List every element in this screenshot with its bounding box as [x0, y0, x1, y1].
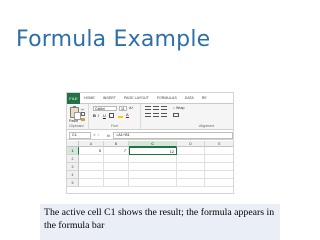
- wrap-text-button[interactable]: ⤶ Wrap: [173, 106, 185, 110]
- caption-text: The active cell C1 shows the result; the…: [44, 207, 275, 231]
- tab-data[interactable]: DATA: [181, 93, 198, 104]
- format-painter-icon[interactable]: [81, 118, 85, 121]
- cell-c5[interactable]: [129, 179, 177, 187]
- borders-icon[interactable]: [109, 113, 114, 118]
- cell-d2[interactable]: [177, 155, 205, 163]
- ribbon-tabs: FILE HOME INSERT PAGE LAYOUT FORMULAS DA…: [67, 93, 233, 104]
- cell-b1[interactable]: 7: [104, 147, 129, 155]
- tab-home[interactable]: HOME: [80, 93, 99, 104]
- insert-function-icon[interactable]: fx: [107, 133, 110, 138]
- excel-screenshot: FILE HOME INSERT PAGE LAYOUT FORMULAS DA…: [66, 92, 234, 194]
- cell-e3[interactable]: [205, 163, 233, 171]
- font-color-icon[interactable]: A: [126, 112, 129, 118]
- formula-bar: C1 ✕✓ fx =A1+B1: [67, 131, 233, 140]
- align-middle-icon[interactable]: [153, 106, 159, 110]
- cell-b2[interactable]: [104, 155, 129, 163]
- cell-b4[interactable]: [104, 171, 129, 179]
- cell-c1-active[interactable]: 12: [129, 147, 177, 155]
- italic-icon[interactable]: I: [98, 113, 99, 118]
- cell-c2[interactable]: [129, 155, 177, 163]
- cell-e1[interactable]: [205, 147, 233, 155]
- cell-e4[interactable]: [205, 171, 233, 179]
- tab-page-layout[interactable]: PAGE LAYOUT: [120, 93, 153, 104]
- ribbon: Paste ✂ Clipboard Calibri 11 A˄ B I U A …: [67, 104, 233, 130]
- cell-b5[interactable]: [104, 179, 129, 187]
- align-center-icon[interactable]: [153, 113, 159, 117]
- cell-d4[interactable]: [177, 171, 205, 179]
- tab-formulas[interactable]: FORMULAS: [153, 93, 181, 104]
- merge-center-icon[interactable]: [173, 113, 179, 117]
- cell-d1[interactable]: [177, 147, 205, 155]
- align-top-icon[interactable]: [145, 106, 151, 110]
- slide-title: Formula Example: [16, 27, 211, 52]
- cell-a1[interactable]: 5: [79, 147, 104, 155]
- cell-e2[interactable]: [205, 155, 233, 163]
- cell-c3[interactable]: [129, 163, 177, 171]
- name-box[interactable]: C1: [69, 132, 91, 139]
- font-size-select[interactable]: 11: [119, 106, 127, 111]
- row-header-3[interactable]: 3: [67, 163, 79, 171]
- bold-icon[interactable]: B: [93, 113, 96, 118]
- row-header-4[interactable]: 4: [67, 171, 79, 179]
- formula-bar-buttons[interactable]: ✕✓: [93, 133, 101, 137]
- cell-a3[interactable]: [79, 163, 104, 171]
- paste-label[interactable]: Paste: [69, 119, 78, 123]
- wrap-text-label: Wrap: [176, 106, 185, 110]
- row-header-1[interactable]: 1: [67, 147, 79, 155]
- cell-c4[interactable]: [129, 171, 177, 179]
- cell-a5[interactable]: [79, 179, 104, 187]
- clipboard-group-label: Clipboard: [69, 124, 84, 128]
- underline-icon[interactable]: U: [103, 113, 106, 118]
- align-right-icon[interactable]: [161, 113, 167, 117]
- cell-a4[interactable]: [79, 171, 104, 179]
- alignment-group: ⤶ Wrap: [141, 104, 233, 130]
- paste-icon[interactable]: [70, 106, 81, 120]
- grow-font-icon[interactable]: A˄: [129, 106, 134, 110]
- align-left-icon[interactable]: [145, 113, 151, 117]
- tab-review[interactable]: RE: [198, 93, 211, 104]
- caption-box: The active cell C1 shows the result; the…: [40, 204, 280, 240]
- formula-input[interactable]: =A1+B1: [113, 132, 233, 139]
- tab-insert[interactable]: INSERT: [99, 93, 120, 104]
- row-header-2[interactable]: 2: [67, 155, 79, 163]
- cell-d3[interactable]: [177, 163, 205, 171]
- tab-file[interactable]: FILE: [67, 93, 80, 104]
- copy-icon[interactable]: [81, 112, 85, 116]
- font-group-label: Font: [111, 124, 118, 128]
- row-header-5[interactable]: 5: [67, 179, 79, 187]
- cell-d5[interactable]: [177, 179, 205, 187]
- cell-e5[interactable]: [205, 179, 233, 187]
- fill-color-icon[interactable]: [118, 113, 123, 118]
- cell-a2[interactable]: [79, 155, 104, 163]
- font-name-select[interactable]: Calibri: [93, 106, 117, 111]
- align-bottom-icon[interactable]: [161, 106, 167, 110]
- cell-b3[interactable]: [104, 163, 129, 171]
- alignment-group-label: Alignment: [199, 124, 215, 128]
